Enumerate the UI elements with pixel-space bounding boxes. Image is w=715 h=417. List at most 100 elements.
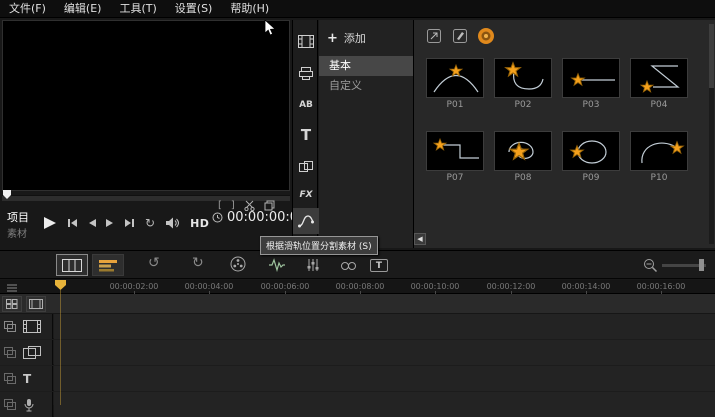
gallery-item-label: P10	[629, 173, 689, 183]
track-row: T	[0, 366, 715, 391]
ruler-options-icon[interactable]	[6, 283, 18, 293]
gallery-item-p07[interactable]	[426, 131, 484, 171]
timeline-view-button[interactable]	[92, 254, 124, 276]
undo-button[interactable]: ↺	[148, 256, 160, 270]
prev-frame-button[interactable]	[88, 218, 96, 228]
hd-toggle-button[interactable]: HD	[190, 217, 209, 230]
add-label: 添加	[344, 30, 366, 46]
category-item-basic[interactable]: 基本	[319, 56, 413, 76]
video-track-icon	[23, 320, 41, 333]
gallery-item-label: P09	[561, 173, 621, 183]
gallery-item-p04[interactable]	[630, 58, 688, 98]
motion-track-button[interactable]	[340, 260, 356, 272]
skip-end-button[interactable]	[124, 218, 135, 228]
ruler-label: 00:00:12:00	[483, 282, 539, 291]
transition-icon[interactable]: AB	[293, 92, 319, 118]
track-visibility-icon[interactable]	[4, 321, 17, 332]
gallery-item-p09[interactable]	[562, 131, 620, 171]
menu-item-settings[interactable]: 设置(S)	[166, 0, 222, 17]
overlay-track-header[interactable]	[0, 340, 53, 365]
path-preset-arc-icon	[427, 59, 485, 99]
gallery-scrollbar[interactable]	[709, 24, 714, 244]
clip-tab[interactable]: 素材	[7, 225, 27, 240]
transport-bar: ↻ HD	[42, 214, 209, 232]
overlay-track-icon	[23, 346, 41, 359]
mouse-cursor	[264, 20, 276, 37]
redo-button[interactable]: ↻	[192, 256, 204, 270]
ruler-label: 00:00:10:00	[407, 282, 463, 291]
track-area: T	[0, 314, 715, 405]
split-clip-tooltip: 根据滑轨位置分割素材 (S)	[260, 236, 378, 255]
gallery-panel: P01 P02 P03 P04 P07 P08 P09 P10	[413, 20, 715, 248]
video-track-header[interactable]	[0, 314, 53, 339]
ruler-label: 00:00:14:00	[558, 282, 614, 291]
gallery-item-p02[interactable]	[494, 58, 552, 98]
path-preset-loop-icon	[563, 132, 621, 172]
gallery-item-p08[interactable]	[494, 131, 552, 171]
video-track-lane[interactable]	[54, 314, 715, 339]
gallery-item-p10[interactable]	[630, 131, 688, 171]
gallery-item-p03[interactable]	[562, 58, 620, 98]
overlay-track-lane[interactable]	[54, 340, 715, 365]
title-track-header[interactable]: T	[0, 366, 53, 391]
preview-panel	[2, 20, 290, 191]
path-preset-spiral-icon	[495, 132, 553, 172]
collapse-library-button[interactable]: ◀	[414, 233, 426, 245]
timeline-bars-icon	[98, 259, 118, 272]
volume-button[interactable]	[165, 217, 180, 229]
ruler-label: 00:00:04:00	[181, 282, 237, 291]
track-row	[0, 340, 715, 365]
zoom-out-button[interactable]	[643, 258, 658, 273]
clock-icon	[212, 212, 223, 223]
repeat-button[interactable]: ↻	[145, 217, 155, 229]
speaker-icon	[165, 217, 180, 229]
project-tab[interactable]: 项目	[7, 209, 29, 225]
add-button[interactable]: + 添加	[327, 30, 366, 46]
audio-adjust-button[interactable]	[306, 258, 320, 272]
menu-item-help[interactable]: 帮助(H)	[221, 0, 278, 17]
graphic-icon[interactable]	[293, 154, 319, 180]
skip-start-button[interactable]	[67, 218, 78, 228]
options-icon[interactable]	[476, 26, 496, 46]
motion-path-icon[interactable]	[293, 208, 319, 234]
track-toolbar	[0, 294, 715, 314]
subtitle-t-icon: T	[370, 259, 388, 272]
scrollbar-thumb[interactable]	[709, 24, 714, 88]
storyboard-view-button[interactable]	[56, 254, 88, 276]
menu-item-file[interactable]: 文件(F)	[0, 0, 55, 17]
gallery-item-label: P03	[561, 100, 621, 110]
instant-project-icon[interactable]	[293, 60, 319, 86]
browse-icon[interactable]	[424, 26, 444, 46]
film-reel-icon	[230, 256, 246, 272]
media-library-icon[interactable]	[293, 28, 319, 54]
subtitle-editor-button[interactable]: T	[370, 259, 388, 272]
menu-item-edit[interactable]: 编辑(E)	[55, 0, 111, 17]
filter-icon[interactable]: FX	[293, 182, 319, 208]
title-track-icon: T	[23, 372, 31, 386]
next-frame-button[interactable]	[106, 218, 114, 228]
title-track-lane[interactable]	[54, 366, 715, 391]
gallery-item-label: P02	[493, 100, 553, 110]
track-manager-icon[interactable]	[26, 296, 46, 312]
play-button[interactable]	[42, 215, 57, 231]
sound-mixer-button[interactable]	[268, 258, 286, 272]
timeline-ruler[interactable]: 00:00:02:00 00:00:04:00 00:00:06:00 00:0…	[0, 280, 715, 294]
gallery-item-label: P04	[629, 100, 689, 110]
gallery-item-p01[interactable]	[426, 58, 484, 98]
category-item-custom[interactable]: 自定义	[319, 76, 413, 96]
menu-item-tools[interactable]: 工具(T)	[110, 0, 165, 17]
zoom-slider-handle[interactable]	[699, 259, 704, 271]
gallery-item-label: P08	[493, 173, 553, 183]
edit-icon[interactable]	[450, 26, 470, 46]
filmstrip-icon	[62, 259, 82, 272]
library-nav-rail: AB T FX	[292, 20, 318, 248]
path-preset-swoosh-icon	[495, 59, 553, 99]
record-capture-button[interactable]	[230, 256, 246, 272]
gallery-item-label: P01	[425, 100, 485, 110]
grid-view-icon[interactable]	[2, 296, 22, 312]
waveform-icon	[268, 258, 286, 272]
title-icon[interactable]: T	[293, 122, 319, 148]
glasses-icon	[340, 260, 356, 272]
track-visibility-icon[interactable]	[4, 347, 17, 358]
track-visibility-icon[interactable]	[4, 373, 17, 384]
